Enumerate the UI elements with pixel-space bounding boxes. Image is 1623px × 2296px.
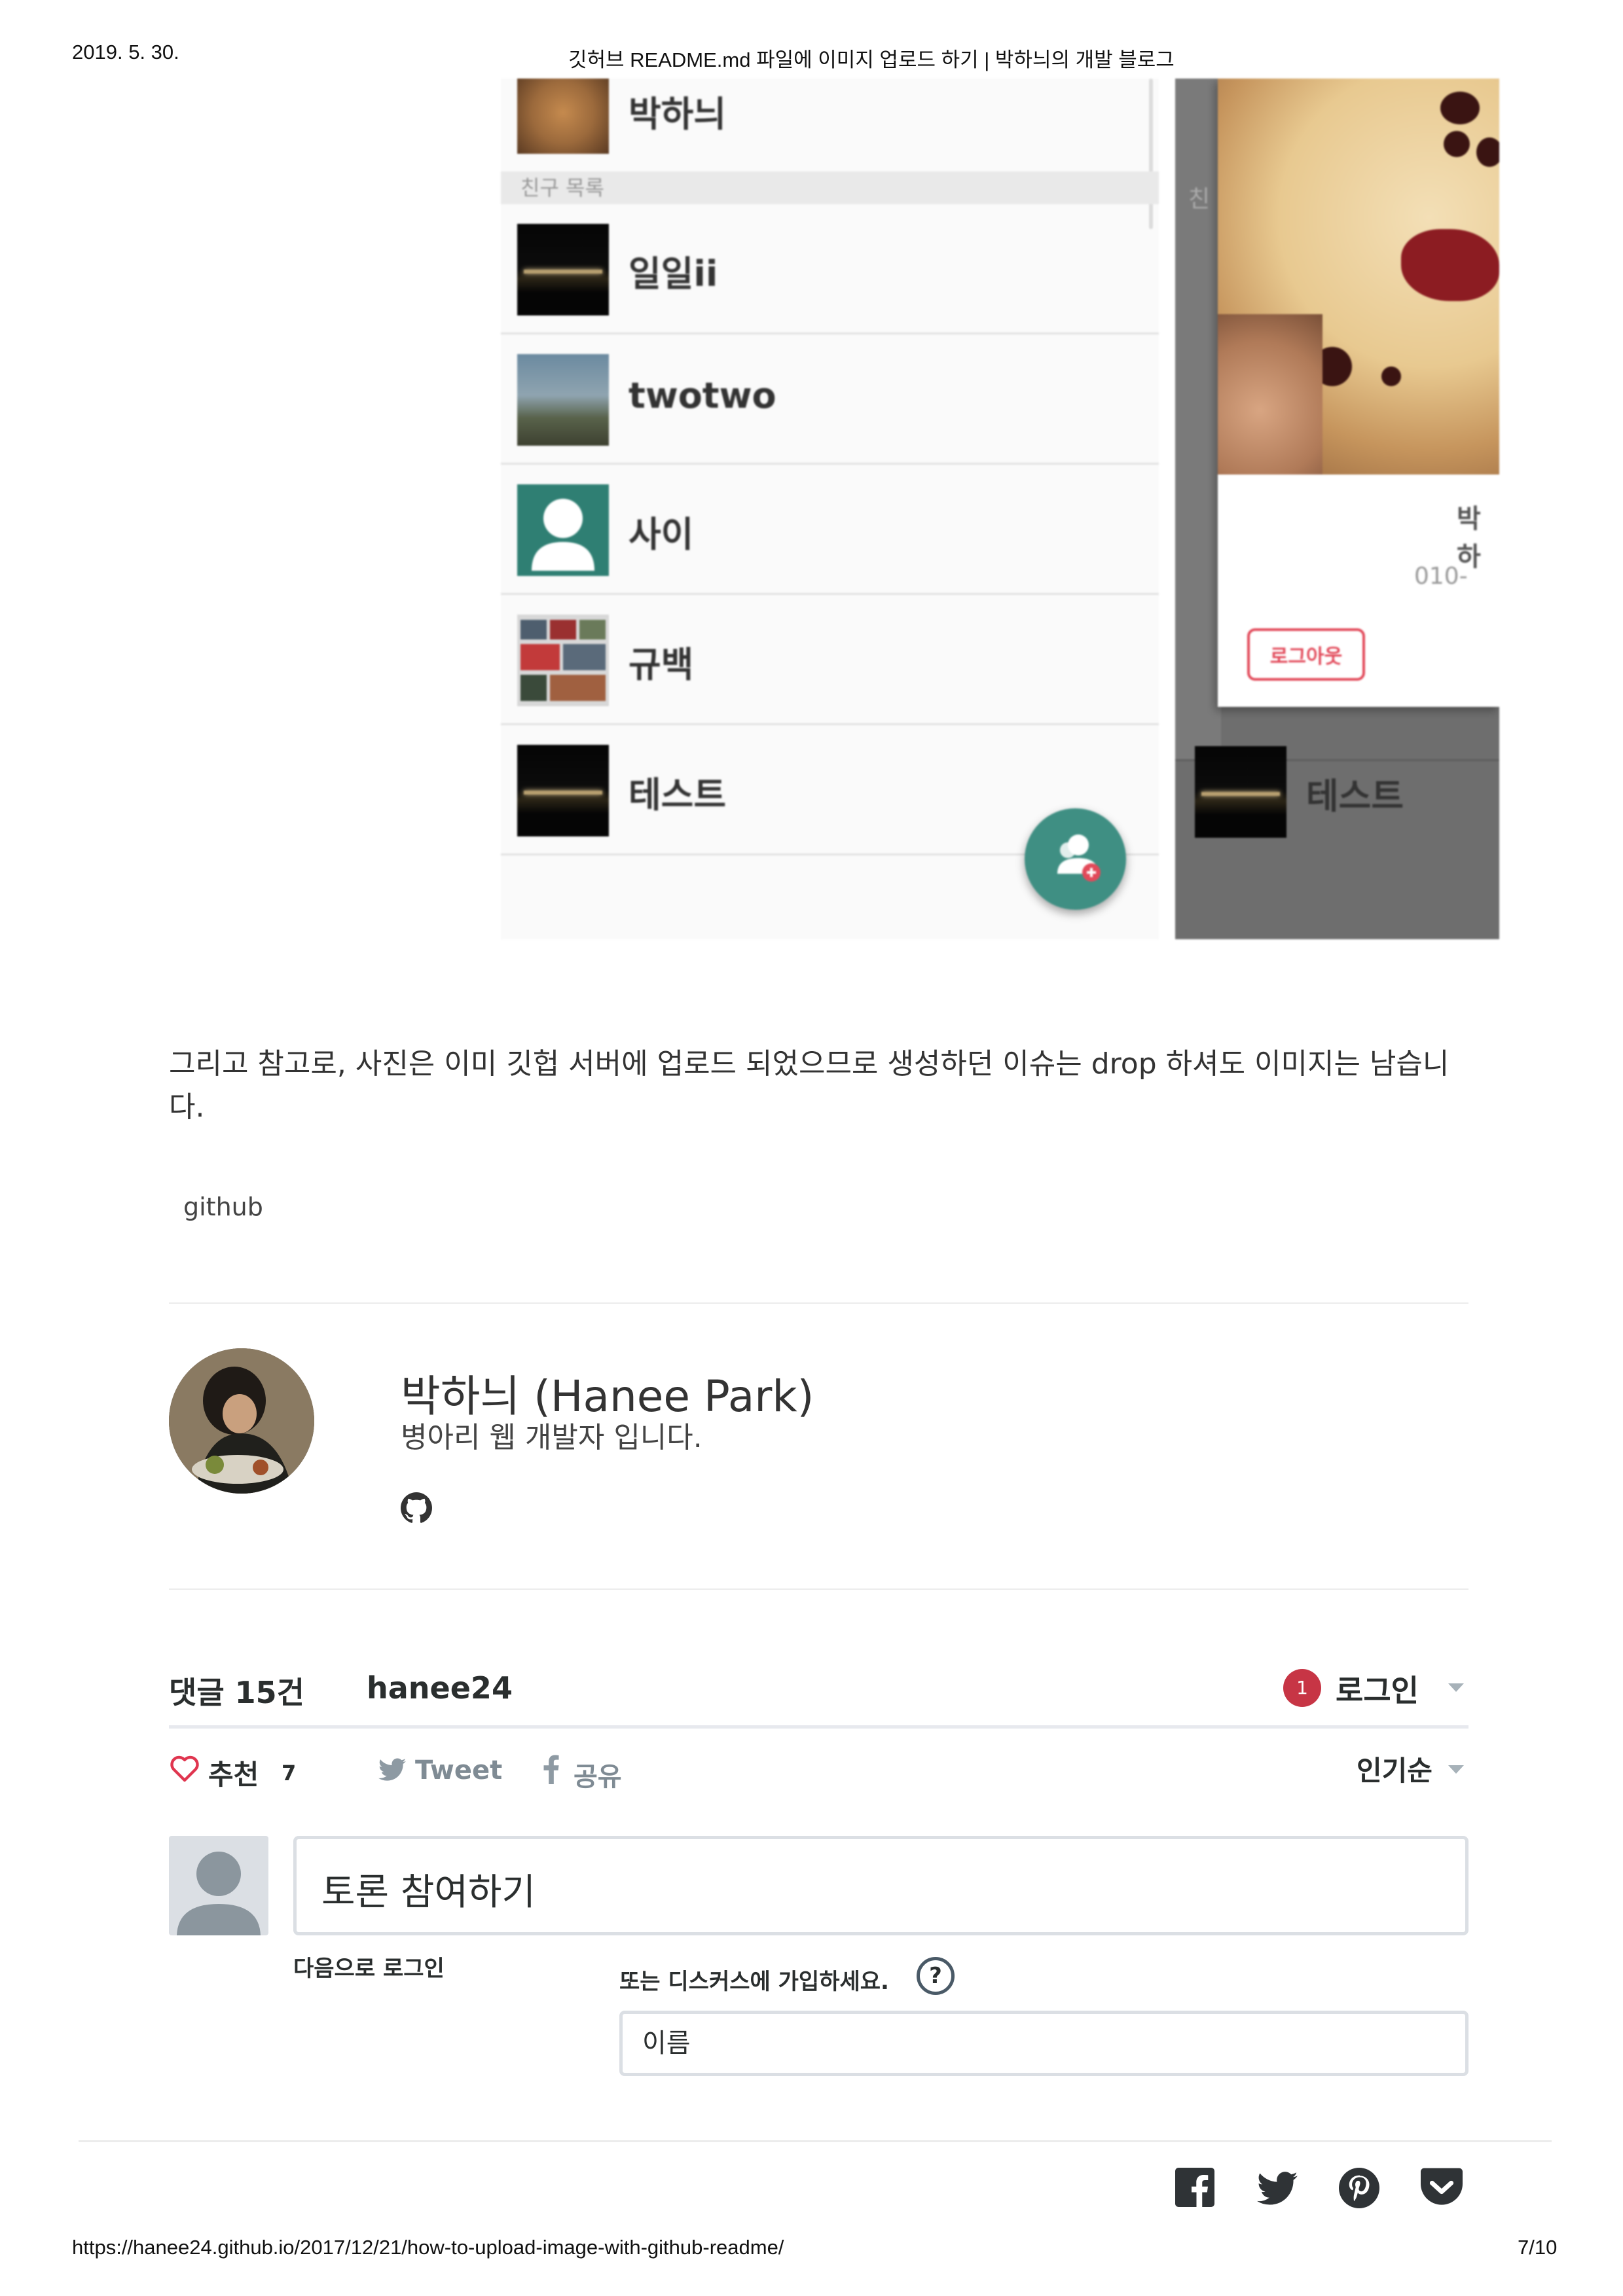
friend-name: twotwo <box>629 375 776 416</box>
print-date: 2019. 5. 30. <box>72 41 179 63</box>
help-icon[interactable]: ? <box>917 1957 955 1995</box>
print-url: https://hanee24.github.io/2017/12/21/how… <box>72 2236 784 2259</box>
profile-phone: 010- <box>1414 563 1468 590</box>
profile-name: 박하 <box>1457 504 1481 572</box>
comment-textarea[interactable]: 토론 참여하기 <box>293 1836 1468 1935</box>
share-button[interactable]: 공유 <box>574 1755 622 1793</box>
twitter-icon[interactable] <box>1257 2172 1298 2206</box>
friend-thumb-landscape <box>517 354 609 446</box>
my-name: 박하늬 <box>629 94 727 135</box>
notification-badge[interactable]: 1 <box>1283 1669 1321 1707</box>
print-page-number: 7/10 <box>1518 2236 1558 2259</box>
add-friend-button[interactable] <box>1025 808 1126 910</box>
screenshot-friend-list: 박하늬 친구 목록 일일ii twotwo 사이 규백 테스트 <box>501 79 1159 939</box>
profile-card: 박하 010- 로그아웃 <box>1218 79 1499 707</box>
heart-icon[interactable] <box>169 1754 200 1783</box>
pinterest-icon[interactable] <box>1339 2168 1379 2208</box>
sort-menu[interactable]: 인기순 <box>1357 1749 1432 1789</box>
profile-photo <box>1218 79 1499 475</box>
divider <box>79 2140 1552 2142</box>
print-title: 깃허브 README.md 파일에 이미지 업로드 하기 | 박하늬의 개발 블… <box>568 48 1175 71</box>
my-profile-photo <box>517 79 609 154</box>
friend-name: 테스트 <box>1306 776 1404 817</box>
github-icon[interactable] <box>401 1492 432 1524</box>
chevron-down-icon[interactable] <box>1448 1683 1464 1692</box>
anonymous-avatar <box>169 1836 268 1935</box>
friend-row[interactable]: 규백 <box>501 595 1159 725</box>
signup-label: 또는 디스커스에 가입하세요. <box>619 1969 889 1995</box>
friend-row[interactable]: 일일ii <box>501 204 1159 334</box>
default-person-icon <box>517 484 609 576</box>
friend-thumb-night-bridge <box>517 224 609 315</box>
logout-button[interactable]: 로그아웃 <box>1247 628 1365 681</box>
comment-count-tab[interactable]: 댓글 15건 <box>169 1669 304 1712</box>
friend-name: 테스트 <box>629 774 727 816</box>
tag-github[interactable]: github <box>183 1193 263 1221</box>
facebook-icon[interactable] <box>1175 2168 1214 2207</box>
recommend-count: 7 <box>282 1761 297 1785</box>
section-label-partial: 친 <box>1188 186 1211 213</box>
screenshot-profile-popup: 친 테스트 박하 010- 로그아웃 <box>1175 79 1499 939</box>
login-menu[interactable]: 로그인 <box>1336 1667 1419 1710</box>
comment-placeholder: 토론 참여하기 <box>321 1871 536 1914</box>
facebook-f-icon[interactable] <box>543 1754 559 1784</box>
pocket-icon[interactable] <box>1421 2168 1463 2207</box>
login-with-label: 다음으로 로그인 <box>293 1956 445 1982</box>
chevron-down-icon[interactable] <box>1448 1765 1464 1774</box>
friend-thumb-night-bridge <box>1195 746 1286 838</box>
friend-thumb-night-bridge <box>517 745 609 836</box>
twitter-icon[interactable] <box>378 1758 406 1782</box>
friend-name: 일일ii <box>629 253 718 295</box>
friend-name: 규백 <box>629 644 694 685</box>
recommend-button[interactable]: 추천 <box>208 1753 259 1793</box>
author-description: 병아리 웹 개발자 입니다. <box>401 1421 702 1454</box>
divider <box>169 1588 1468 1590</box>
divider <box>169 1302 1468 1304</box>
tab-underline <box>169 1725 1468 1729</box>
friend-name: 사이 <box>629 514 694 555</box>
friend-row[interactable]: twotwo <box>501 334 1159 465</box>
friend-row[interactable]: 사이 <box>501 465 1159 595</box>
add-friend-icon <box>1057 834 1101 882</box>
article-paragraph: 그리고 참고로, 사진은 이미 깃헙 서버에 업로드 되었으므로 생성하던 이슈… <box>169 1047 1450 1124</box>
friend-section-label: 친구 목록 <box>501 171 1159 204</box>
name-field[interactable]: 이름 <box>619 2011 1468 2076</box>
friend-thumb-collage <box>517 615 609 706</box>
site-name-tab[interactable]: hanee24 <box>367 1670 513 1706</box>
tweet-button[interactable]: Tweet <box>415 1755 502 1785</box>
author-avatar <box>169 1348 314 1494</box>
